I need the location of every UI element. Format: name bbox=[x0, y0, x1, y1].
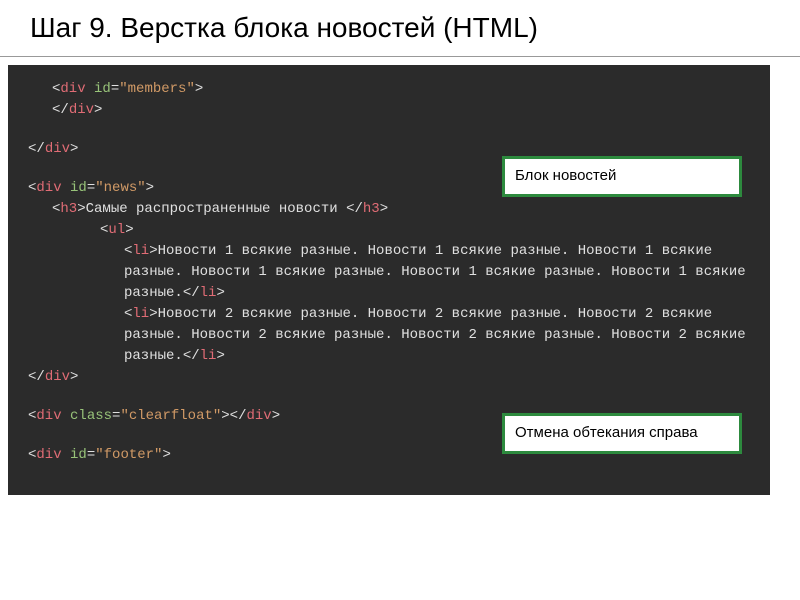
blank-line bbox=[28, 121, 750, 139]
h3-text: Самые распространенные новости bbox=[86, 201, 346, 217]
code-line-news-close: </div> bbox=[28, 367, 750, 388]
callout-news-block: Блок новостей bbox=[502, 156, 742, 197]
callout-clearfloat: Отмена обтекания справа bbox=[502, 413, 742, 454]
code-line-li2: <li>Новости 2 всякие разные. Новости 2 в… bbox=[28, 304, 750, 367]
code-line: <div id="members"> bbox=[28, 79, 750, 100]
slide-container: Шаг 9. Верстка блока новостей (HTML) <di… bbox=[0, 0, 800, 600]
code-line-li1: <li>Новости 1 всякие разные. Новости 1 в… bbox=[28, 241, 750, 304]
blank-line bbox=[28, 388, 750, 406]
code-editor: <div id="members"> </div> </div> <div id… bbox=[8, 65, 770, 495]
slide-title: Шаг 9. Верстка блока новостей (HTML) bbox=[30, 12, 770, 44]
code-line: </div> bbox=[28, 100, 750, 121]
title-bar: Шаг 9. Верстка блока новостей (HTML) bbox=[0, 0, 800, 57]
code-line-ul: <ul> bbox=[28, 220, 750, 241]
code-line-h3: <h3>Самые распространенные новости </h3> bbox=[28, 199, 750, 220]
